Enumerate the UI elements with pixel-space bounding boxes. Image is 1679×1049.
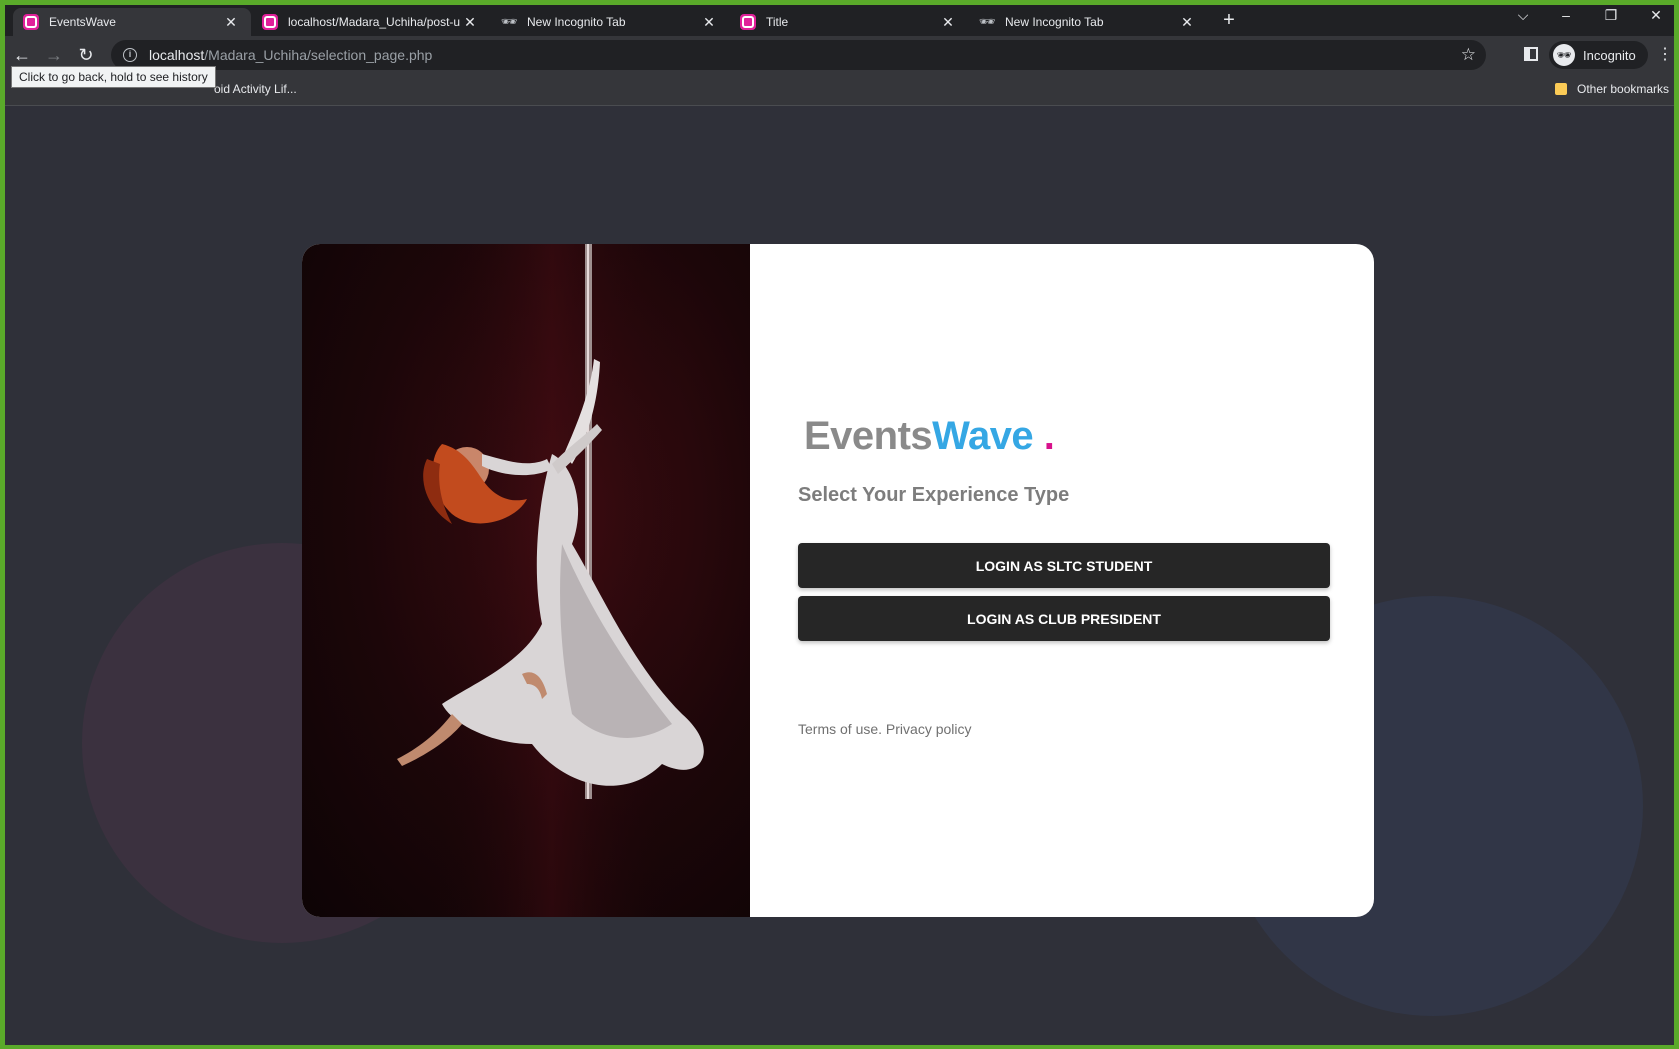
url-path: /Madara_Uchiha/selection_page.php: [204, 47, 433, 63]
selection-card: EventsWave . Select Your Experience Type…: [302, 244, 1374, 917]
incognito-icon: 🕶: [500, 14, 518, 29]
tab-title-page[interactable]: Title ✕: [730, 8, 968, 36]
browser-window: EventsWave ✕ localhost/Madara_Uchiha/pos…: [5, 5, 1674, 1045]
address-bar[interactable]: i localhost/Madara_Uchiha/selection_page…: [111, 40, 1486, 70]
brand-logo: EventsWave .: [804, 414, 1055, 459]
eventswave-icon: [23, 14, 39, 30]
tab-incognito-1[interactable]: 🕶 New Incognito Tab ✕: [491, 8, 729, 36]
site-info-icon[interactable]: i: [123, 48, 137, 62]
bookmark-star-icon[interactable]: ☆: [1461, 45, 1476, 65]
logo-dot: .: [1033, 414, 1055, 458]
back-tooltip: Click to go back, hold to see history: [11, 66, 216, 88]
incognito-icon: 🕶: [978, 14, 996, 29]
close-icon[interactable]: ✕: [462, 14, 478, 31]
new-tab-button[interactable]: +: [1217, 9, 1241, 32]
restore-icon[interactable]: ❐: [1591, 7, 1631, 24]
logo-wave: Wave: [932, 414, 1034, 458]
close-icon[interactable]: ✕: [223, 14, 239, 31]
tab-eventswave[interactable]: EventsWave ✕: [13, 8, 251, 36]
tab-search-icon[interactable]: ⌵: [1503, 7, 1543, 24]
bookmarks-bar: oid Activity Lif... Other bookmarks: [5, 74, 1674, 106]
page-content: EventsWave . Select Your Experience Type…: [5, 106, 1674, 1045]
dancer-illustration: [397, 244, 704, 917]
folder-icon: [1555, 83, 1567, 95]
other-bookmarks-label: Other bookmarks: [1577, 82, 1670, 96]
tab-title: localhost/Madara_Uchiha/post-u: [288, 15, 461, 29]
tab-incognito-2[interactable]: 🕶 New Incognito Tab ✕: [969, 8, 1207, 36]
bookmark-item[interactable]: oid Activity Lif...: [214, 82, 297, 96]
other-bookmarks[interactable]: Other bookmarks: [1555, 82, 1669, 96]
eventswave-icon: [740, 14, 756, 30]
toolbar: ← → ↻ i localhost/Madara_Uchiha/selectio…: [5, 36, 1674, 74]
selection-panel: EventsWave . Select Your Experience Type…: [750, 244, 1374, 917]
tab-title: EventsWave: [49, 15, 116, 29]
profile-button[interactable]: 🕶 Incognito: [1549, 41, 1648, 69]
reload-icon[interactable]: ↻: [74, 43, 98, 67]
tab-post[interactable]: localhost/Madara_Uchiha/post-u ✕: [252, 8, 490, 36]
logo-events: Events: [804, 414, 933, 458]
url-host: localhost: [149, 47, 205, 63]
terms-privacy-link[interactable]: Terms of use. Privacy policy: [798, 721, 972, 737]
tab-strip: EventsWave ✕ localhost/Madara_Uchiha/pos…: [5, 5, 1674, 36]
login-president-button[interactable]: LOGIN AS CLUB PRESIDENT: [798, 596, 1330, 641]
tab-title: Title: [766, 15, 789, 29]
close-icon[interactable]: ✕: [940, 14, 956, 31]
back-arrow-icon[interactable]: ←: [10, 43, 34, 67]
eventswave-icon: [262, 14, 278, 30]
minimize-icon[interactable]: –: [1546, 7, 1586, 23]
close-icon[interactable]: ✕: [1179, 14, 1195, 31]
close-window-icon[interactable]: ✕: [1636, 7, 1674, 24]
tab-title: New Incognito Tab: [1005, 15, 1104, 29]
incognito-avatar-icon: 🕶: [1553, 44, 1575, 66]
page-subtitle: Select Your Experience Type: [798, 484, 1070, 506]
close-icon[interactable]: ✕: [701, 14, 717, 31]
profile-label: Incognito: [1583, 47, 1636, 63]
side-panel-icon[interactable]: [1524, 47, 1538, 61]
login-student-button[interactable]: LOGIN AS SLTC STUDENT: [798, 543, 1330, 588]
forward-arrow-icon[interactable]: →: [42, 43, 66, 67]
dancer-photo: [302, 244, 750, 917]
tab-title: New Incognito Tab: [527, 15, 626, 29]
menu-icon[interactable]: ⋮: [1657, 44, 1673, 64]
